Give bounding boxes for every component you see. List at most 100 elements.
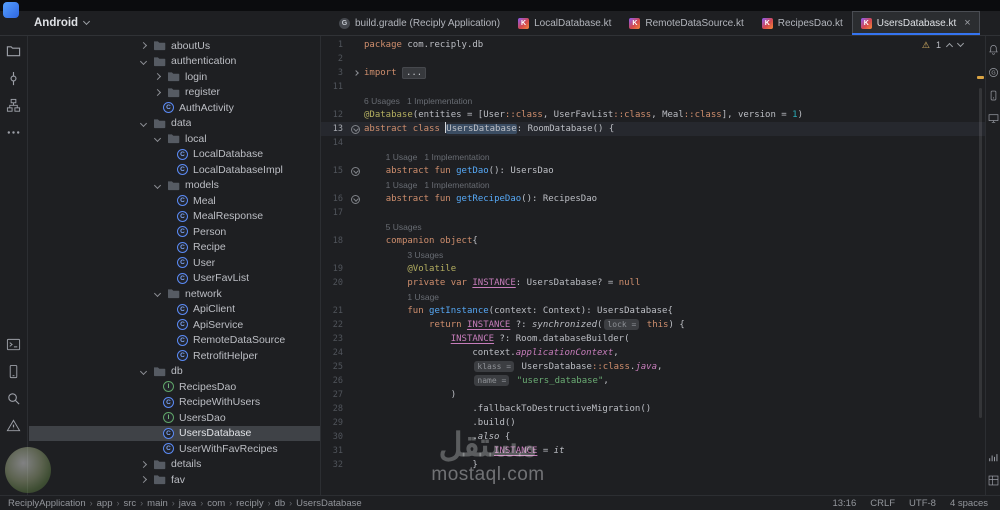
chevron-down-icon[interactable] [139,367,148,375]
warning-stripe-mark[interactable] [977,76,984,79]
breadcrumb-separator-icon: › [89,498,93,508]
tree-item-person[interactable]: C Person [29,224,320,240]
devices-button[interactable] [2,360,26,383]
editor-tab[interactable]: K LocalDatabase.kt [509,11,620,35]
editor-tab[interactable]: K UsersDatabase.kt × [851,11,980,35]
breadcrumb-item[interactable]: reciply [236,498,263,509]
breadcrumb-item[interactable]: java [179,498,196,509]
status-indent[interactable]: 4 spaces [950,498,988,509]
running-devices-button[interactable] [986,109,1000,128]
implementation-marker-icon[interactable] [351,194,360,204]
breadcrumb-item[interactable]: com [207,498,225,509]
tree-item-remotedatasource[interactable]: C RemoteDataSource [29,333,320,349]
chevron-right-icon[interactable] [139,42,148,50]
tree-item-models[interactable]: models [29,178,320,194]
tree-item-aboutus[interactable]: aboutUs [29,38,320,54]
tree-item-register[interactable]: register [29,85,320,101]
tree-item-label: UsersDao [179,411,226,424]
project-selector[interactable]: Android [34,11,91,35]
chevron-down-icon[interactable] [153,181,162,189]
code-area[interactable]: 1 package com.reciply.db 2 3 import ... 11 6 U… [321,38,985,472]
editor-tab[interactable]: K RecipesDao.kt [753,11,852,35]
terminal-button[interactable] [2,333,26,356]
tree-item-localdatabaseimpl[interactable]: C LocalDatabaseImpl [29,162,320,178]
tree-item-user[interactable]: C User [29,255,320,271]
window-titlebar [0,0,1000,11]
commit-button[interactable] [2,67,26,90]
tree-item-local[interactable]: local [29,131,320,147]
tree-item-recipe[interactable]: C Recipe [29,240,320,256]
more-button[interactable] [2,121,26,144]
breadcrumb-item[interactable]: ReciplyApplication [8,498,86,509]
problems-button[interactable] [2,414,26,437]
tree-item-details[interactable]: details [29,457,320,473]
status-caret-position[interactable]: 13:16 [832,498,856,509]
tree-item-apiclient[interactable]: C ApiClient [29,302,320,318]
inspections-widget[interactable]: ⚠ 1 [917,39,967,51]
class-icon: C [163,396,174,408]
tree-item-fav[interactable]: fav [29,472,320,488]
editor-tab[interactable]: Gbuild.gradle (Reciply Application) [330,11,509,35]
search-button[interactable] [2,387,26,410]
breadcrumb-item[interactable]: main [147,498,168,509]
tree-item-data[interactable]: data [29,116,320,132]
tree-item-retrofithelper[interactable]: C RetrofitHelper [29,348,320,364]
tree-item-authactivity[interactable]: C AuthActivity [29,100,320,116]
tree-item-meal[interactable]: C Meal [29,193,320,209]
folder-icon [167,180,180,191]
app-icon[interactable] [3,2,19,18]
chevron-right-icon[interactable] [139,460,148,468]
chevron-down-icon[interactable] [153,135,162,143]
chevron-right-icon[interactable] [139,476,148,484]
gradle-icon: G [988,67,999,78]
chevron-right-icon[interactable] [153,88,162,96]
chevron-down-icon[interactable] [153,290,162,298]
gutter [347,194,364,204]
kotlin-icon: K [629,17,641,29]
tree-item-authentication[interactable]: authentication [29,54,320,70]
tree-item-mealresponse[interactable]: C MealResponse [29,209,320,225]
code-line: 14 [321,136,985,150]
breadcrumb-item[interactable]: app [97,498,113,509]
chevron-down-icon[interactable] [139,57,148,65]
chevron-right-icon[interactable] [153,73,162,81]
next-problem-icon[interactable] [956,39,965,48]
tree-item-localdatabase[interactable]: C LocalDatabase [29,147,320,163]
fold-chevron-icon[interactable] [352,70,359,76]
status-line-ending[interactable]: CRLF [870,498,895,509]
tree-item-recipewithusers[interactable]: C RecipeWithUsers [29,395,320,411]
tree-item-usersdatabase[interactable]: C UsersDatabase [29,425,320,441]
editor-scrollbar[interactable] [975,36,985,495]
device-manager-button[interactable] [986,86,1000,105]
tree-item-login[interactable]: login [29,69,320,85]
editor-tab[interactable]: K RemoteDataSource.kt [620,11,752,35]
breadcrumb-item[interactable]: UsersDatabase [296,498,361,509]
prev-problem-icon[interactable] [945,42,954,51]
terminal-icon [6,337,21,352]
status-encoding[interactable]: UTF-8 [909,498,936,509]
code-line: 25 klass = UsersDatabase::class.java, [321,360,985,374]
implementation-marker-icon[interactable] [351,166,360,176]
tree-item-userwithfavrecipes[interactable]: C UserWithFavRecipes [29,441,320,457]
tree-item-db[interactable]: db [29,364,320,380]
scrollbar-thumb[interactable] [979,88,982,418]
layout-inspector-button[interactable] [986,471,1000,490]
tree-item-recipesdao[interactable]: I RecipesDao [29,379,320,395]
code-text: context.applicationContext, [364,348,619,358]
profiler-button[interactable] [986,448,1000,467]
tree-item-userfavlist[interactable]: C UserFavList [29,271,320,287]
implementation-marker-icon[interactable] [351,124,360,134]
structure-button[interactable] [2,94,26,117]
class-icon: C [163,102,174,114]
tree-item-usersdao[interactable]: I UsersDao [29,410,320,426]
chevron-down-icon[interactable] [139,119,148,127]
project-button[interactable] [2,40,26,63]
tree-item-network[interactable]: network [29,286,320,302]
tree-item-apiservice[interactable]: C ApiService [29,317,320,333]
notifications-button[interactable] [986,40,1000,59]
gradle-button[interactable]: G [986,63,1000,82]
close-icon[interactable]: × [964,18,970,29]
breadcrumb-item[interactable]: src [123,498,136,509]
breadcrumb-item[interactable]: db [275,498,286,509]
editor[interactable]: 1 package com.reciply.db 2 3 import ... 11 6 U… [320,36,985,495]
